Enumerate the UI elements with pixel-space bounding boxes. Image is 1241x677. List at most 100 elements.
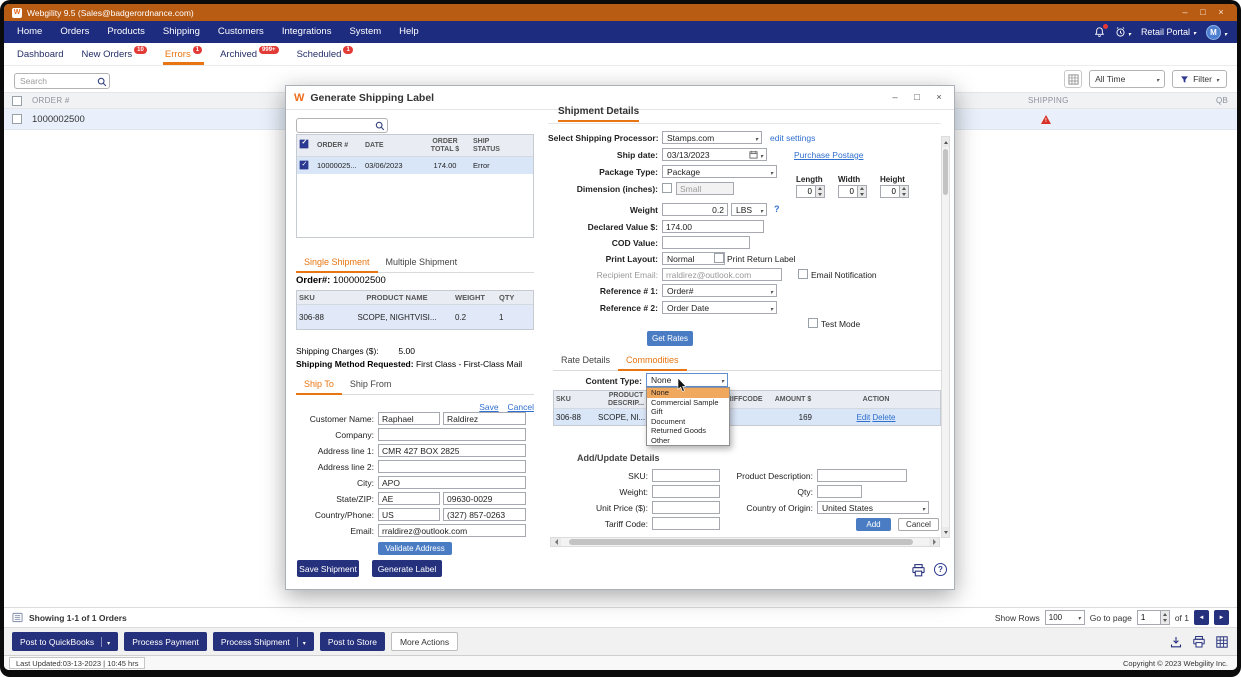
window-minimize-button[interactable] bbox=[1177, 4, 1193, 21]
au-tariff-input[interactable] bbox=[652, 517, 720, 530]
tab-errors[interactable]: Errors 1 bbox=[156, 43, 211, 65]
search-icon[interactable] bbox=[97, 74, 107, 92]
search-input[interactable] bbox=[14, 73, 110, 89]
menu-system[interactable]: System bbox=[340, 21, 390, 43]
process-shipment-button[interactable]: Process Shipment bbox=[213, 632, 314, 651]
scroll-up-button[interactable] bbox=[942, 137, 949, 147]
page-down-button[interactable] bbox=[1161, 618, 1169, 625]
horizontal-scrollbar[interactable] bbox=[550, 537, 940, 547]
scheduler-clock-icon[interactable] bbox=[1115, 23, 1131, 41]
option-commercial-sample[interactable]: Commercial Sample bbox=[647, 398, 729, 408]
content-type-select[interactable]: None bbox=[646, 373, 728, 387]
column-settings-button[interactable] bbox=[1064, 70, 1082, 88]
scroll-track[interactable] bbox=[942, 147, 949, 527]
package-type-select[interactable]: Package bbox=[662, 165, 777, 178]
purchase-postage-link[interactable]: Purchase Postage bbox=[794, 150, 863, 160]
item-row[interactable]: 306-88 SCOPE, NIGHTVISI... 0.2 1 bbox=[297, 305, 533, 329]
commodity-row[interactable]: 306-88 SCOPE, NI... 169 1 169 Edit Delet… bbox=[554, 409, 940, 425]
tab-ship-to[interactable]: Ship To bbox=[296, 376, 342, 395]
test-mode-checkbox[interactable] bbox=[808, 318, 818, 328]
dialog-maximize-button[interactable]: □ bbox=[910, 92, 924, 103]
column-shipping[interactable]: SHIPPING bbox=[1028, 96, 1069, 105]
weight-help-icon[interactable]: ? bbox=[774, 204, 780, 214]
tab-ship-from[interactable]: Ship From bbox=[342, 376, 400, 394]
length-input[interactable] bbox=[796, 185, 816, 198]
print-icon[interactable] bbox=[1192, 635, 1206, 649]
window-maximize-button[interactable] bbox=[1195, 4, 1211, 21]
dimension-checkbox[interactable] bbox=[662, 183, 672, 193]
shipping-error-icon[interactable]: ! bbox=[1041, 115, 1051, 124]
orders-grid-select-all-checkbox[interactable] bbox=[300, 140, 309, 149]
notifications-bell-icon[interactable] bbox=[1094, 26, 1105, 38]
menu-home[interactable]: Home bbox=[8, 21, 51, 43]
post-to-store-button[interactable]: Post to Store bbox=[320, 632, 385, 651]
scroll-thumb[interactable] bbox=[943, 149, 948, 195]
delete-commodity-link[interactable]: Delete bbox=[872, 413, 895, 422]
address1-field[interactable] bbox=[378, 444, 526, 457]
tab-new-orders[interactable]: New Orders 10 bbox=[72, 43, 155, 65]
au-qty-input[interactable] bbox=[817, 485, 862, 498]
scroll-track[interactable] bbox=[561, 538, 929, 546]
height-input[interactable] bbox=[880, 185, 900, 198]
edit-settings-link[interactable]: edit settings bbox=[770, 133, 815, 143]
post-to-quickbooks-menu-toggle[interactable] bbox=[101, 637, 110, 647]
au-description-input[interactable] bbox=[817, 469, 907, 482]
add-commodity-button[interactable]: Add bbox=[856, 518, 891, 531]
order-checkbox[interactable] bbox=[300, 160, 309, 169]
portal-selector[interactable]: Retail Portal bbox=[1141, 27, 1196, 37]
weight-unit-select[interactable]: LBS bbox=[731, 203, 767, 216]
rows-per-page-select[interactable]: 100 bbox=[1045, 610, 1085, 625]
process-payment-button[interactable]: Process Payment bbox=[124, 632, 207, 651]
print-icon[interactable] bbox=[911, 563, 926, 578]
tab-multiple-shipment[interactable]: Multiple Shipment bbox=[378, 254, 466, 272]
au-country-select[interactable]: United States bbox=[817, 501, 929, 514]
save-address-link[interactable]: Save bbox=[479, 402, 498, 412]
option-other[interactable]: Other bbox=[647, 436, 729, 446]
scroll-thumb[interactable] bbox=[569, 539, 913, 545]
scroll-left-button[interactable] bbox=[551, 538, 561, 546]
process-shipment-menu-toggle[interactable] bbox=[297, 637, 306, 647]
menu-products[interactable]: Products bbox=[98, 21, 154, 43]
declared-value-input[interactable] bbox=[662, 220, 764, 233]
save-shipment-button[interactable]: Save Shipment bbox=[297, 560, 359, 577]
option-gift[interactable]: Gift bbox=[647, 407, 729, 417]
tab-dashboard[interactable]: Dashboard bbox=[8, 43, 72, 65]
post-to-quickbooks-button[interactable]: Post to QuickBooks bbox=[12, 632, 118, 651]
width-down-button[interactable] bbox=[858, 192, 866, 198]
download-icon[interactable] bbox=[1169, 635, 1183, 649]
zip-field[interactable] bbox=[443, 492, 526, 505]
help-icon[interactable]: ? bbox=[934, 563, 947, 576]
tab-commodities[interactable]: Commodities bbox=[618, 352, 687, 371]
weight-input[interactable] bbox=[662, 203, 728, 216]
generate-label-button[interactable]: Generate Label bbox=[372, 560, 442, 577]
height-down-button[interactable] bbox=[900, 192, 908, 198]
menu-integrations[interactable]: Integrations bbox=[273, 21, 341, 43]
column-qb[interactable]: QB bbox=[1216, 96, 1228, 105]
dialog-minimize-button[interactable]: – bbox=[888, 92, 902, 103]
ship-date-picker[interactable]: 03/13/2023 bbox=[662, 148, 767, 161]
email-field[interactable] bbox=[378, 524, 526, 537]
option-returned-goods[interactable]: Returned Goods bbox=[647, 426, 729, 436]
width-input[interactable] bbox=[838, 185, 858, 198]
time-range-select[interactable]: All Time bbox=[1089, 70, 1165, 88]
next-page-button[interactable] bbox=[1214, 610, 1229, 625]
dialog-close-button[interactable]: × bbox=[932, 92, 946, 103]
cancel-commodity-button[interactable]: Cancel bbox=[898, 518, 939, 531]
reference1-select[interactable]: Order# bbox=[662, 284, 777, 297]
search-icon[interactable] bbox=[375, 118, 385, 136]
tab-rate-details[interactable]: Rate Details bbox=[553, 352, 618, 370]
export-grid-icon[interactable] bbox=[1215, 635, 1229, 649]
list-icon[interactable] bbox=[12, 612, 23, 623]
cod-value-input[interactable] bbox=[662, 236, 750, 249]
orders-grid-row[interactable]: 10000025... 03/06/2023 174.00 Error bbox=[297, 157, 533, 174]
page-number-input[interactable] bbox=[1137, 610, 1161, 625]
menu-customers[interactable]: Customers bbox=[209, 21, 273, 43]
tab-archived[interactable]: Archived 999+ bbox=[211, 43, 287, 65]
cancel-address-link[interactable]: Cancel bbox=[508, 402, 534, 412]
menu-orders[interactable]: Orders bbox=[51, 21, 98, 43]
customer-last-name-field[interactable] bbox=[443, 412, 526, 425]
scroll-right-button[interactable] bbox=[929, 538, 939, 546]
validate-address-button[interactable]: Validate Address bbox=[378, 542, 452, 555]
column-order-number[interactable]: ORDER # bbox=[32, 96, 70, 105]
tab-single-shipment[interactable]: Single Shipment bbox=[296, 254, 378, 273]
